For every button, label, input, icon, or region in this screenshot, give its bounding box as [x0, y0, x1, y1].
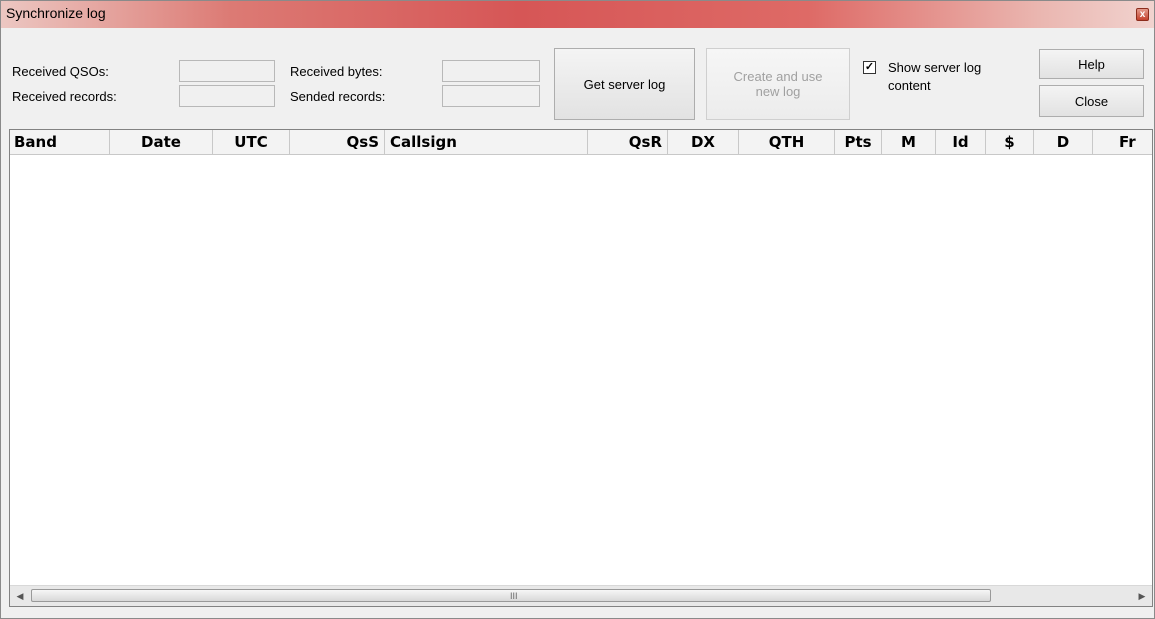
column-header-qsr[interactable]: QsR [588, 130, 668, 154]
column-header-date[interactable]: Date [110, 130, 213, 154]
create-new-log-button[interactable]: Create and use new log [706, 48, 850, 120]
scrollbar-thumb[interactable]: III [31, 589, 991, 602]
close-label: Close [1074, 93, 1109, 109]
column-header-pts[interactable]: Pts [835, 130, 882, 154]
column-header-d[interactable]: D [1034, 130, 1093, 154]
get-server-log-button[interactable]: Get server log [554, 48, 695, 120]
window-title: Synchronize log [6, 5, 106, 21]
horizontal-scrollbar[interactable]: ◀ III ▶ [10, 585, 1152, 606]
create-new-log-label-line1: Create and use [733, 69, 823, 84]
title-bar[interactable]: Synchronize log x [1, 1, 1154, 28]
column-header-dollar[interactable]: $ [986, 130, 1034, 154]
column-header-fr[interactable]: Fr [1093, 130, 1152, 154]
grid-header: Band Date UTC QsS Callsign QsR DX QTH Pt… [10, 130, 1152, 155]
column-header-qss[interactable]: QsS [290, 130, 385, 154]
sended-records-field [442, 85, 540, 107]
column-header-callsign[interactable]: Callsign [385, 130, 588, 154]
received-bytes-label: Received bytes: [290, 64, 383, 79]
synchronize-log-window: Synchronize log x Received QSOs: Receive… [0, 0, 1155, 619]
received-bytes-field [442, 60, 540, 82]
help-label: Help [1078, 56, 1105, 72]
log-grid[interactable]: Band Date UTC QsS Callsign QsR DX QTH Pt… [9, 129, 1153, 607]
column-header-qth[interactable]: QTH [739, 130, 835, 154]
get-server-log-label: Get server log [583, 76, 666, 92]
show-server-log-checkbox[interactable]: ✓ [863, 61, 876, 74]
show-server-log-label-line1: Show server log [888, 60, 982, 75]
close-window-icon[interactable]: x [1136, 8, 1149, 21]
column-header-band[interactable]: Band [10, 130, 110, 154]
close-button[interactable]: Close [1039, 85, 1144, 117]
column-header-dx[interactable]: DX [668, 130, 739, 154]
received-records-label: Received records: [12, 89, 117, 104]
create-new-log-label-line2: new log [755, 84, 801, 99]
column-header-id[interactable]: Id [936, 130, 986, 154]
show-server-log-label[interactable]: Show server log content [888, 59, 1028, 95]
received-qsos-label: Received QSOs: [12, 64, 109, 79]
received-qsos-field [179, 60, 275, 82]
scroll-left-arrow-icon[interactable]: ◀ [10, 586, 30, 606]
scroll-right-arrow-icon[interactable]: ▶ [1132, 586, 1152, 606]
received-records-field [179, 85, 275, 107]
show-server-log-label-line2: content [888, 78, 931, 93]
scrollbar-grip-icon: III [510, 591, 518, 601]
sended-records-label: Sended records: [290, 89, 386, 104]
column-header-m[interactable]: M [882, 130, 936, 154]
help-button[interactable]: Help [1039, 49, 1144, 79]
column-header-utc[interactable]: UTC [213, 130, 290, 154]
